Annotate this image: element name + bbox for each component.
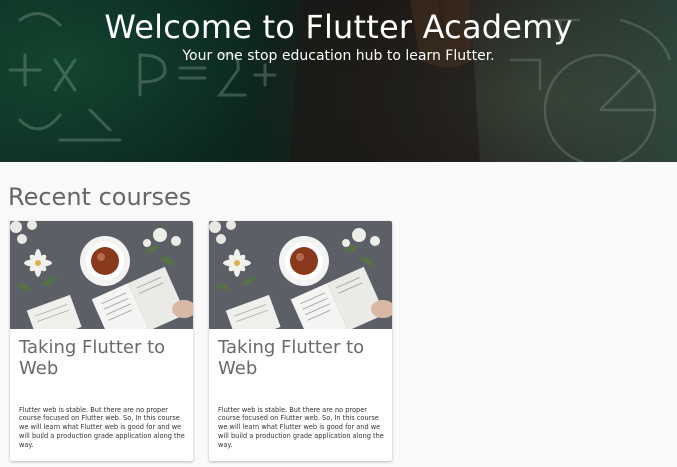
course-title[interactable]: Taking Flutter to Web — [218, 337, 384, 379]
course-thumbnail-image — [10, 221, 193, 329]
hero-banner: Welcome to Flutter Academy Your one stop… — [0, 0, 677, 162]
course-card[interactable]: Taking Flutter to Web Flutter web is sta… — [209, 221, 392, 461]
course-card[interactable]: Taking Flutter to Web Flutter web is sta… — [10, 221, 193, 461]
course-description: Flutter web is stable. But there are no … — [218, 405, 384, 449]
section-title-recent-courses: Recent courses — [8, 183, 192, 211]
hero-title: Welcome to Flutter Academy — [104, 8, 573, 46]
course-description: Flutter web is stable. But there are no … — [19, 405, 185, 449]
course-thumbnail-image — [209, 221, 392, 329]
course-title[interactable]: Taking Flutter to Web — [19, 337, 185, 379]
hero-subtitle: Your one stop education hub to learn Flu… — [182, 48, 495, 64]
